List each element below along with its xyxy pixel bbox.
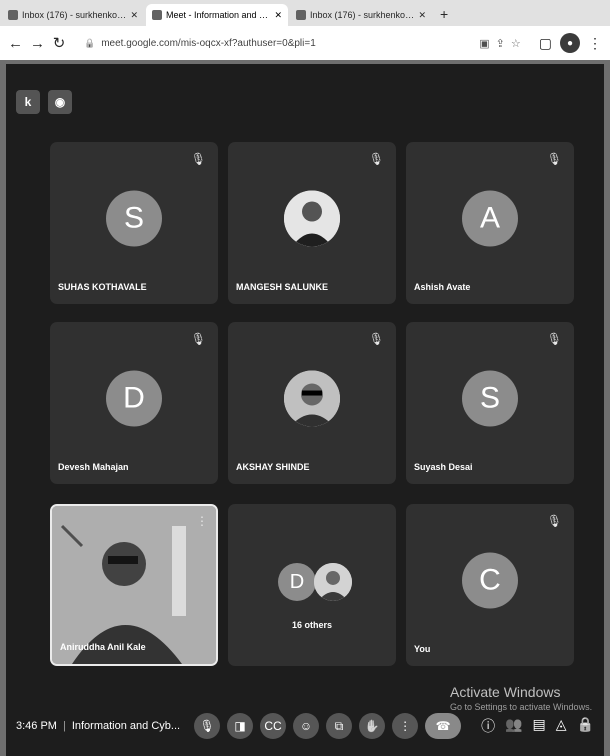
person-photo-icon — [314, 562, 352, 601]
others-tile[interactable]: D 16 others — [228, 504, 396, 666]
bookmark-star-icon[interactable]: ☆ — [511, 37, 521, 50]
emoji-icon[interactable]: ☺ — [293, 713, 320, 739]
others-count-label: 16 others — [291, 620, 333, 630]
side-controls: ⓘ 👥 ▤ ◬ 🔒 — [481, 716, 594, 736]
address-bar[interactable]: 🔒 meet.google.com/mis-oqcx-xf?authuser=0… — [74, 31, 531, 55]
muted-mic-icon: 🎙 — [546, 514, 562, 528]
browser-tab-2[interactable]: Meet - Information and Cyb... ✕ — [146, 4, 288, 26]
chat-icon[interactable]: ▤ — [533, 716, 546, 736]
avatar: S — [462, 370, 518, 427]
url-text[interactable]: meet.google.com/mis-oqcx-xf?authuser=0&p… — [101, 38, 473, 49]
video-tile[interactable]: ⋮ Aniruddha Anil Kale — [50, 504, 218, 666]
meeting-title: Information and Cyb... — [71, 720, 181, 732]
microphone-icon[interactable]: 🎙 — [194, 713, 221, 739]
close-icon[interactable]: ✕ — [418, 10, 426, 21]
participant-name: Devesh Mahajan — [58, 462, 129, 472]
side-panel-icon[interactable]: ▢ — [539, 35, 552, 52]
muted-mic-icon: 🎙 — [546, 332, 562, 346]
menu-dots-icon[interactable]: ⋮ — [588, 35, 602, 52]
camera-icon[interactable]: ◨ — [227, 713, 254, 739]
avatar: D — [106, 370, 162, 427]
muted-mic-icon: 🎙 — [190, 332, 206, 346]
call-controls: 🎙 ◨ CC ☺ ⧉ ✋ ⋮ ☎ — [194, 713, 462, 739]
tab-label: Inbox (176) - surkhenkojmaill... — [310, 10, 415, 20]
tab-label: Inbox (176) - surkhenkojmaill... — [22, 10, 127, 20]
present-screen-icon[interactable]: ⧉ — [326, 713, 353, 739]
recording-indicator-icon[interactable]: ◉ — [48, 90, 72, 114]
muted-mic-icon: 🎙 — [546, 152, 562, 166]
close-icon[interactable]: ✕ — [130, 10, 138, 21]
browser-tab-3[interactable]: Inbox (176) - surkhenkojmaill... ✕ — [290, 4, 432, 26]
browser-tab-1[interactable]: Inbox (176) - surkhenkojmaill... ✕ — [2, 4, 144, 26]
leave-call-button[interactable]: ☎ — [425, 713, 462, 739]
share-icon[interactable]: ⇪ — [496, 37, 505, 50]
meet-window: k ◉ 🎙 S SUHAS KOTHAVALE 🎙 MANGESH SALUNK… — [6, 64, 604, 756]
camera-permission-icon[interactable]: ▣ — [479, 37, 489, 50]
captions-icon[interactable]: CC — [260, 713, 287, 739]
avatar: A — [462, 190, 518, 247]
person-photo-icon — [284, 190, 340, 247]
back-arrow-icon[interactable]: ← — [8, 35, 23, 52]
participant-name: Suyash Desai — [414, 462, 473, 472]
participant-name: You — [414, 644, 431, 654]
participant-name: MANGESH SALUNKE — [236, 282, 329, 292]
participant-tile[interactable]: 🎙 AKSHAY SHINDE — [228, 322, 396, 484]
more-options-icon[interactable]: ⋮ — [392, 713, 419, 739]
meeting-control-bar: 3:46 PM | Information and Cyb... 🎙 ◨ CC … — [6, 696, 604, 756]
participant-name: SUHAS KOTHAVALE — [58, 282, 147, 292]
avatar — [284, 370, 340, 427]
muted-mic-icon: 🎙 — [368, 152, 384, 166]
avatar: C — [462, 552, 518, 609]
profile-avatar[interactable]: ● — [560, 33, 580, 53]
muted-mic-icon: 🎙 — [368, 332, 384, 346]
meeting-info: 3:46 PM | Information and Cyb... — [16, 720, 180, 732]
participant-tile[interactable]: 🎙 S Suyash Desai — [406, 322, 574, 484]
meeting-tool-icon[interactable]: k — [16, 90, 40, 114]
top-left-indicators: k ◉ — [16, 90, 72, 114]
forward-arrow-icon[interactable]: → — [30, 35, 45, 52]
info-icon[interactable]: ⓘ — [481, 716, 495, 736]
new-tab-icon[interactable]: + — [434, 6, 454, 26]
people-icon[interactable]: 👥 — [505, 716, 522, 736]
browser-toolbar: ← → ↻ 🔒 meet.google.com/mis-oqcx-xf?auth… — [0, 26, 610, 60]
host-controls-icon[interactable]: 🔒 — [577, 716, 594, 736]
browser-tab-strip: Inbox (176) - surkhenkojmaill... ✕ Meet … — [0, 0, 610, 26]
raise-hand-icon[interactable]: ✋ — [359, 713, 386, 739]
gmail-favicon-icon — [296, 10, 306, 20]
camera-video-feed — [52, 506, 216, 664]
lock-icon[interactable]: 🔒 — [84, 38, 95, 49]
muted-mic-icon: 🎙 — [190, 152, 206, 166]
gmail-favicon-icon — [8, 10, 18, 20]
participant-tile[interactable]: 🎙 C You — [406, 504, 574, 666]
divider: | — [62, 720, 66, 732]
participant-name: Aniruddha Anil Kale — [60, 642, 146, 652]
clock-time: 3:46 PM — [16, 720, 57, 732]
avatar — [314, 562, 352, 601]
tab-label: Meet - Information and Cyb... — [166, 10, 271, 20]
participant-tile[interactable]: 🎙 MANGESH SALUNKE — [228, 142, 396, 304]
participant-tile[interactable]: 🎙 A Ashish Avate — [406, 142, 574, 304]
participant-tile[interactable]: 🎙 S SUHAS KOTHAVALE — [50, 142, 218, 304]
close-icon[interactable]: ✕ — [274, 10, 282, 21]
person-photo-icon — [284, 370, 340, 427]
more-options-icon[interactable]: ⋮ — [196, 514, 208, 528]
avatar — [284, 190, 340, 247]
participant-name: Ashish Avate — [414, 282, 471, 292]
meet-favicon-icon — [152, 10, 162, 20]
activities-icon[interactable]: ◬ — [556, 716, 567, 736]
reload-icon[interactable]: ↻ — [52, 34, 66, 52]
participant-tile[interactable]: 🎙 D Devesh Mahajan — [50, 322, 218, 484]
avatar: S — [106, 190, 162, 247]
participant-name: AKSHAY SHINDE — [236, 462, 310, 472]
avatar: D — [278, 562, 316, 601]
